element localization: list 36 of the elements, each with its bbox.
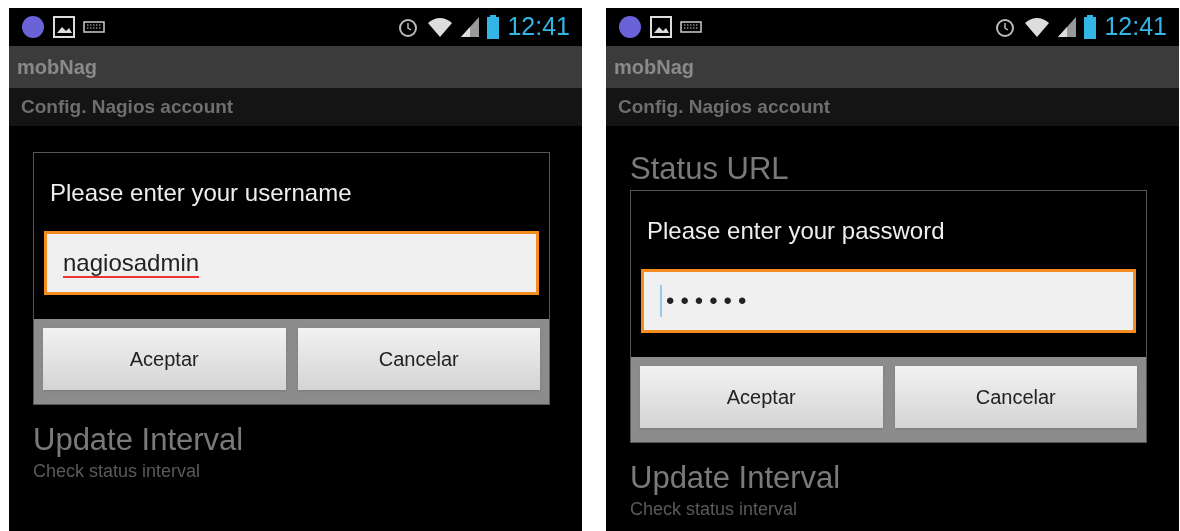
- signal-icon: [1058, 17, 1077, 37]
- section-title: Config. Nagios account: [21, 94, 234, 119]
- dialog-title: Please enter your password: [646, 216, 946, 246]
- setting-title[interactable]: Update Interval: [33, 421, 558, 459]
- circle-notification-icon: [21, 15, 45, 39]
- app-title: mobNag: [17, 55, 97, 80]
- alarm-icon: [994, 16, 1017, 38]
- keyboard-icon: [83, 21, 105, 33]
- setting-subtitle: Check status interval: [630, 498, 799, 521]
- text-cursor: [660, 285, 662, 317]
- app-title: mobNag: [614, 55, 694, 80]
- dialog-button[interactable]: Aceptar: [640, 366, 883, 428]
- dialog-title: Please enter your username: [49, 178, 353, 208]
- battery-icon: [487, 15, 500, 39]
- image-notification-icon: [53, 16, 75, 38]
- wifi-icon: [1024, 17, 1051, 37]
- field-value: nagiosadmin: [63, 248, 200, 278]
- field-value: ••••••: [666, 286, 753, 316]
- dialog-button[interactable]: Aceptar: [43, 328, 286, 390]
- signal-icon: [461, 17, 480, 37]
- clock-time: 12:41: [1104, 11, 1167, 43]
- dialog-button[interactable]: Cancelar: [894, 366, 1137, 428]
- wifi-icon: [427, 17, 454, 37]
- image-notification-icon: [650, 16, 672, 38]
- alarm-icon: [397, 16, 420, 38]
- keyboard-icon: [680, 21, 702, 33]
- circle-notification-icon: [618, 15, 642, 39]
- setting-title[interactable]: Update Interval: [630, 459, 1155, 497]
- input-field[interactable]: ••••••: [641, 269, 1136, 333]
- setting-subtitle: Check status interval: [33, 460, 202, 483]
- section-title: Config. Nagios account: [618, 94, 831, 119]
- setting-title[interactable]: Status URL: [630, 150, 1155, 188]
- dialog-button[interactable]: Cancelar: [297, 328, 540, 390]
- battery-icon: [1084, 15, 1097, 39]
- clock-time: 12:41: [507, 11, 570, 43]
- input-field[interactable]: nagiosadmin: [44, 231, 539, 295]
